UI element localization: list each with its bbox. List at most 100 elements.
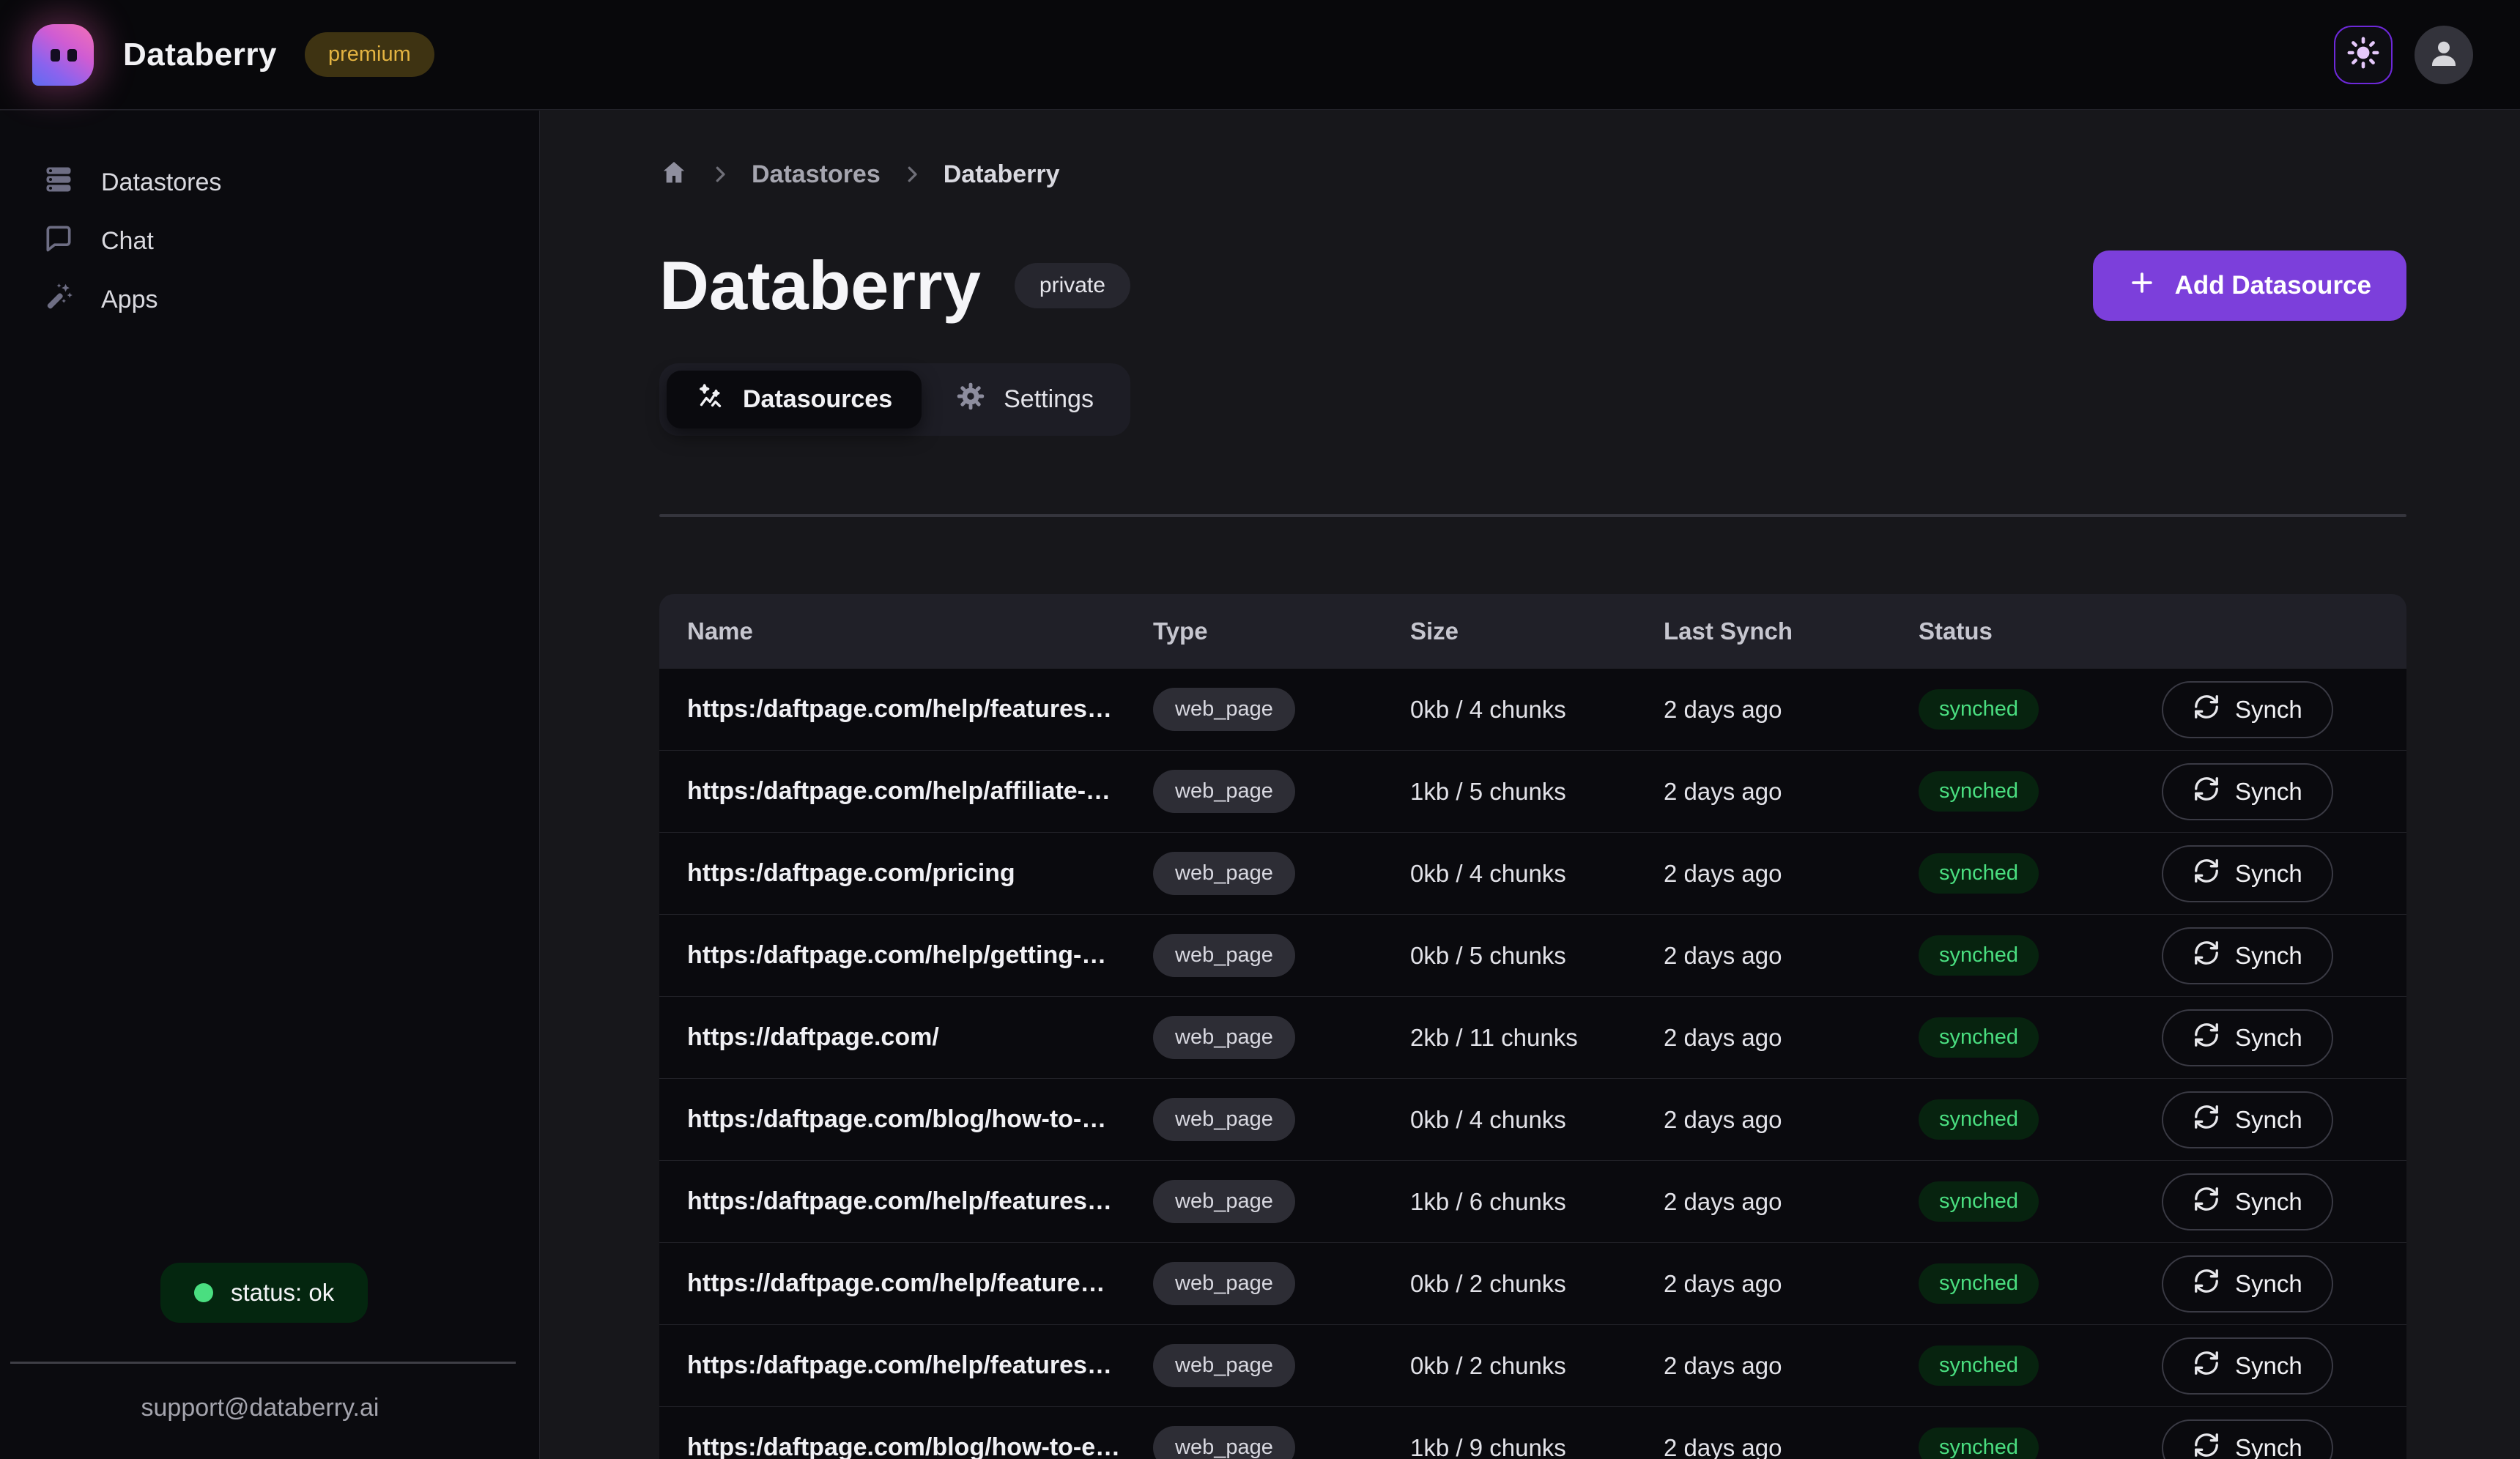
size-cell: 1kb / 5 chunks (1410, 778, 1664, 806)
synch-button[interactable]: Synch (2162, 845, 2333, 902)
synch-label: Synch (2235, 1434, 2302, 1459)
tab-datasources[interactable]: Datasources (667, 371, 922, 428)
last-synch-cell: 2 days ago (1664, 1188, 1919, 1216)
synch-label: Synch (2235, 696, 2302, 724)
datasource-name-link[interactable]: https:/daftpage.com/help/affiliate-… (687, 777, 1153, 806)
synch-button[interactable]: Synch (2162, 1173, 2333, 1230)
synch-button[interactable]: Synch (2162, 927, 2333, 984)
stack-icon (42, 163, 75, 202)
last-synch-cell: 2 days ago (1664, 860, 1919, 888)
type-badge: web_page (1153, 770, 1295, 813)
synch-label: Synch (2235, 860, 2302, 888)
support-email: support@databerry.ai (0, 1394, 520, 1422)
column-header-status: Status (1919, 617, 2162, 645)
last-synch-cell: 2 days ago (1664, 1434, 1919, 1459)
size-cell: 2kb / 11 chunks (1410, 1024, 1664, 1052)
refresh-icon (2193, 857, 2220, 891)
breadcrumb-databerry[interactable]: Databerry (944, 160, 1060, 189)
type-badge: web_page (1153, 1262, 1295, 1305)
size-cell: 0kb / 4 chunks (1410, 1106, 1664, 1134)
account-menu-button[interactable] (2415, 26, 2473, 84)
status-label: status: ok (231, 1279, 334, 1307)
add-datasource-button[interactable]: Add Datasource (2093, 250, 2406, 321)
datasource-name-link[interactable]: https:/daftpage.com/help/features… (687, 1187, 1153, 1216)
table-row: https:/daftpage.com/help/features… web_p… (659, 1160, 2406, 1242)
last-synch-cell: 2 days ago (1664, 942, 1919, 970)
datasource-name-link[interactable]: https:/daftpage.com/help/features… (687, 1351, 1153, 1380)
status-pill: synched (1919, 935, 2039, 976)
wand-icon (42, 281, 75, 319)
column-header-name: Name (687, 617, 1153, 645)
table-row: https:/daftpage.com/pricing web_page 0kb… (659, 832, 2406, 914)
column-header-size: Size (1410, 617, 1664, 645)
table-row: https:/daftpage.com/blog/how-to-e… web_p… (659, 1406, 2406, 1459)
status-pill: synched (1919, 1345, 2039, 1386)
datasource-name-link[interactable]: https:/daftpage.com/help/getting-… (687, 941, 1153, 970)
status-dot-icon (194, 1283, 213, 1302)
breadcrumb-datastores[interactable]: Datastores (752, 160, 881, 189)
sidebar-item-chat[interactable]: Chat (0, 212, 539, 270)
refresh-icon (2193, 939, 2220, 973)
synch-label: Synch (2235, 1188, 2302, 1216)
datasource-name-link[interactable]: https://daftpage.com/ (687, 1023, 1153, 1052)
visibility-badge: private (1015, 263, 1130, 308)
datasource-name-link[interactable]: https://daftpage.com/help/feature… (687, 1269, 1153, 1298)
datasource-name-link[interactable]: https:/daftpage.com/blog/how-to-… (687, 1105, 1153, 1134)
table-row: https://daftpage.com/ web_page 2kb / 11 … (659, 996, 2406, 1078)
refresh-icon (2193, 1431, 2220, 1459)
type-badge: web_page (1153, 1016, 1295, 1059)
tab-bar: Datasources (659, 363, 1130, 436)
sidebar-item-label: Chat (101, 227, 154, 256)
status-pill: synched (1919, 1181, 2039, 1222)
last-synch-cell: 2 days ago (1664, 1270, 1919, 1298)
type-badge: web_page (1153, 852, 1295, 895)
refresh-icon (2193, 1021, 2220, 1055)
chat-icon (42, 222, 75, 261)
plus-icon (2128, 269, 2156, 303)
sidebar-item-datastores[interactable]: Datastores (0, 153, 539, 212)
topbar: Databerry premium (0, 0, 2520, 110)
sidebar-divider (10, 1362, 516, 1364)
refresh-icon (2193, 1103, 2220, 1137)
synch-label: Synch (2235, 942, 2302, 970)
datasource-name-link[interactable]: https:/daftpage.com/blog/how-to-e… (687, 1433, 1153, 1459)
sidebar: Datastores Chat Apps (0, 111, 540, 1459)
synch-button[interactable]: Synch (2162, 763, 2333, 820)
sidebar-item-apps[interactable]: Apps (0, 270, 539, 329)
synch-button[interactable]: Synch (2162, 681, 2333, 738)
last-synch-cell: 2 days ago (1664, 696, 1919, 724)
synch-button[interactable]: Synch (2162, 1337, 2333, 1395)
page-title: Databerry (659, 250, 981, 321)
datasource-table: Name Type Size Last Synch Status https:/… (659, 594, 2406, 1459)
content-divider (659, 514, 2406, 517)
table-body: https:/daftpage.com/help/features… web_p… (659, 668, 2406, 1459)
tab-settings[interactable]: Settings (926, 371, 1123, 428)
synch-label: Synch (2235, 1106, 2302, 1134)
tab-label: Datasources (743, 385, 892, 414)
status-pill: synched (1919, 1263, 2039, 1304)
status-pill: synched (1919, 1428, 2039, 1459)
chevron-right-icon (901, 163, 923, 185)
sidebar-item-label: Apps (101, 286, 158, 314)
synch-button[interactable]: Synch (2162, 1419, 2333, 1459)
synch-button[interactable]: Synch (2162, 1091, 2333, 1148)
datasource-name-link[interactable]: https:/daftpage.com/help/features… (687, 695, 1153, 724)
breadcrumb-home[interactable] (659, 158, 689, 191)
status-pill: synched (1919, 1017, 2039, 1058)
theme-toggle-button[interactable] (2334, 26, 2393, 84)
datasource-name-link[interactable]: https:/daftpage.com/pricing (687, 859, 1153, 888)
size-cell: 1kb / 9 chunks (1410, 1434, 1664, 1459)
user-icon (2426, 35, 2461, 74)
app-name: Databerry (123, 37, 277, 73)
databerry-logo-icon (32, 24, 94, 86)
size-cell: 0kb / 4 chunks (1410, 696, 1664, 724)
status-pill: synched (1919, 1099, 2039, 1140)
synch-label: Synch (2235, 1270, 2302, 1298)
refresh-icon (2193, 1185, 2220, 1219)
last-synch-cell: 2 days ago (1664, 1352, 1919, 1380)
synch-button[interactable]: Synch (2162, 1255, 2333, 1313)
synch-button[interactable]: Synch (2162, 1009, 2333, 1066)
refresh-icon (2193, 1267, 2220, 1301)
table-header: Name Type Size Last Synch Status (659, 594, 2406, 668)
size-cell: 0kb / 5 chunks (1410, 942, 1664, 970)
